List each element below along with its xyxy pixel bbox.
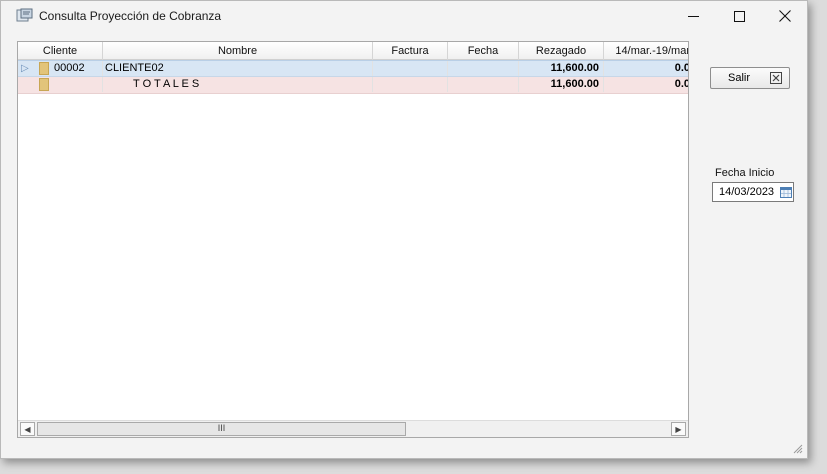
scroll-thumb[interactable]: III <box>37 422 406 436</box>
cell-week[interactable]: 0.0 <box>604 61 688 76</box>
resize-grip-icon[interactable] <box>791 442 803 454</box>
fecha-inicio-value[interactable]: 14/03/2023 <box>719 186 774 198</box>
maximize-button[interactable] <box>716 1 762 31</box>
folder-icon <box>39 62 49 75</box>
main-window: Consulta Proyección de Cobranza Cliente … <box>0 0 808 459</box>
horizontal-scrollbar[interactable]: ◀ III ▶ <box>18 420 688 437</box>
folder-icon <box>39 78 49 91</box>
results-grid[interactable]: Cliente Nombre Factura Fecha Rezagado 14… <box>17 41 689 438</box>
cell-cliente[interactable] <box>54 77 103 92</box>
close-button[interactable] <box>762 1 808 31</box>
cell-nombre[interactable]: CLIENTE02 <box>103 61 373 76</box>
arrow-left-icon: ◀ <box>24 424 31 434</box>
maximize-icon <box>733 10 745 22</box>
column-header-nombre[interactable]: Nombre <box>103 42 373 60</box>
column-header-week[interactable]: 14/mar.-19/mar <box>604 42 688 60</box>
cell-factura[interactable] <box>373 77 448 92</box>
column-header-cliente[interactable]: Cliente <box>18 42 103 60</box>
cell-week[interactable]: 0.0 <box>604 77 688 92</box>
scroll-left-button[interactable]: ◀ <box>20 422 35 436</box>
cell-fecha[interactable] <box>448 77 519 92</box>
window-title: Consulta Proyección de Cobranza <box>39 9 222 23</box>
cell-rezagado[interactable]: 11,600.00 <box>519 61 604 76</box>
minimize-button[interactable] <box>670 1 716 31</box>
minimize-icon <box>687 15 699 17</box>
cell-factura[interactable] <box>373 61 448 76</box>
column-header-factura[interactable]: Factura <box>373 42 448 60</box>
cell-nombre[interactable]: T O T A L E S <box>103 77 373 92</box>
fecha-inicio-field[interactable]: 14/03/2023 <box>712 182 794 202</box>
table-row[interactable]: ▷ 00002 CLIENTE02 11,600.00 0.0 <box>18 60 688 77</box>
arrow-right-icon: ▶ <box>675 424 682 434</box>
salir-button[interactable]: Salir <box>710 67 790 89</box>
column-header-fecha[interactable]: Fecha <box>448 42 519 60</box>
grip-lines-icon: III <box>217 423 226 433</box>
salir-label: Salir <box>728 72 751 84</box>
scroll-right-button[interactable]: ▶ <box>671 422 686 436</box>
app-icon <box>16 8 33 22</box>
totals-row[interactable]: T O T A L E S 11,600.00 0.0 <box>18 77 688 94</box>
exit-icon <box>770 72 782 84</box>
column-header-rezagado[interactable]: Rezagado <box>519 42 604 60</box>
cell-fecha[interactable] <box>448 61 519 76</box>
title-bar: Consulta Proyección de Cobranza <box>1 1 807 31</box>
cell-cliente[interactable]: 00002 <box>54 61 103 76</box>
close-icon <box>779 10 791 22</box>
cell-rezagado[interactable]: 11,600.00 <box>519 77 604 92</box>
calendar-icon[interactable] <box>780 186 792 198</box>
grid-header: Cliente Nombre Factura Fecha Rezagado 14… <box>18 42 688 60</box>
row-selector-icon: ▷ <box>21 63 29 74</box>
fecha-inicio-label: Fecha Inicio <box>715 167 775 179</box>
